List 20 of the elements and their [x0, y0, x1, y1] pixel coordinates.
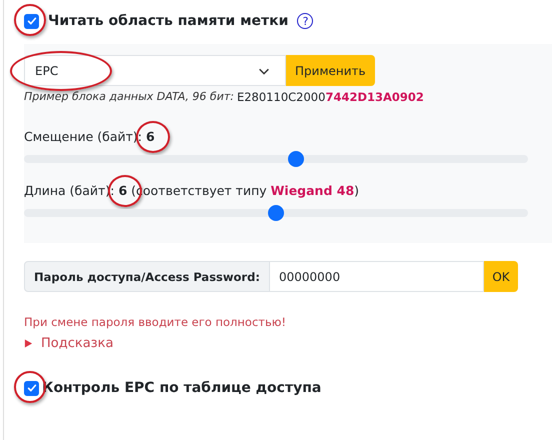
password-label: Пароль доступа/Access Password:	[24, 261, 270, 292]
memory-select[interactable]: EPC	[24, 55, 286, 86]
warning-text: При смене пароля вводите его полностью!	[24, 315, 288, 329]
apply-button[interactable]: Применить	[286, 55, 375, 86]
checkbox[interactable]	[24, 14, 39, 28]
checkbox[interactable]	[24, 380, 39, 396]
check-icon	[26, 15, 38, 27]
triangle-icon	[24, 339, 33, 348]
check-icon	[26, 382, 38, 394]
section-label: Читать область памяти метки	[48, 13, 288, 29]
password-field[interactable]: 00000000	[270, 261, 484, 292]
length-value: 6	[118, 183, 128, 198]
slider-thumb[interactable]	[288, 151, 304, 167]
ok-button[interactable]: OK	[484, 261, 518, 292]
help-icon[interactable]: ?	[297, 13, 314, 29]
hint-toggle[interactable]: Подсказка	[24, 336, 114, 351]
offset-value: 6	[146, 129, 155, 144]
sample-value: E280110C20007442D13A0902	[236, 90, 424, 104]
sample-label: Пример блока данных DATA, 96 бит:	[24, 90, 234, 104]
slider-thumb[interactable]	[268, 205, 284, 221]
